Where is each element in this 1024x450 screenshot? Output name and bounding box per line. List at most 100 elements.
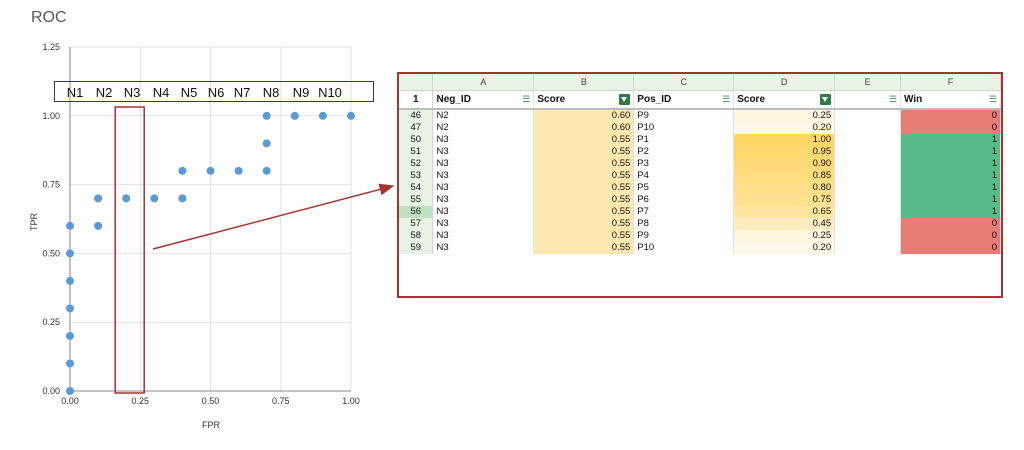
cell-empty[interactable]	[834, 109, 902, 122]
cell-pos-id[interactable]: P1	[633, 134, 735, 146]
cell-neg-score[interactable]: 0.55	[533, 218, 635, 230]
cell-pos-id[interactable]: P9	[633, 109, 735, 122]
cell-neg-id[interactable]: N3	[432, 170, 535, 182]
row-number[interactable]: 59	[399, 242, 434, 254]
cell-neg-id[interactable]: N2	[432, 109, 535, 122]
header-cell-neg-score[interactable]: Score	[533, 90, 635, 110]
column-letter[interactable]: A	[432, 74, 535, 91]
cell-win[interactable]: 0	[900, 230, 1001, 242]
cell-empty[interactable]	[834, 206, 902, 218]
cell-pos-score[interactable]: 0.20	[733, 242, 836, 254]
cell-neg-score[interactable]: 0.55	[533, 230, 635, 242]
cell-pos-score[interactable]: 0.20	[733, 122, 836, 134]
filter-icon[interactable]: ☰	[722, 91, 730, 107]
corner-cell[interactable]	[399, 74, 434, 91]
cell-neg-score[interactable]: 0.60	[533, 109, 635, 122]
cell-neg-score[interactable]: 0.55	[533, 182, 635, 194]
column-letter[interactable]: D	[733, 74, 836, 91]
cell-pos-id[interactable]: P7	[633, 206, 735, 218]
cell-empty[interactable]	[834, 194, 902, 206]
cell-win[interactable]: 0	[900, 122, 1001, 134]
row-number[interactable]: 55	[399, 194, 434, 206]
cell-neg-id[interactable]: N3	[432, 146, 535, 158]
cell-empty[interactable]	[834, 170, 902, 182]
header-cell-pos-id[interactable]: Pos_ID ☰	[633, 90, 735, 110]
cell-empty[interactable]	[834, 242, 902, 254]
filter-icon[interactable]: ☰	[889, 91, 897, 107]
filter-icon[interactable]: ☰	[989, 91, 997, 107]
header-cell-e[interactable]: ☰	[834, 90, 902, 110]
cell-neg-id[interactable]: N3	[432, 206, 535, 218]
cell-pos-score[interactable]: 0.25	[733, 230, 836, 242]
cell-pos-score[interactable]: 0.75	[733, 194, 836, 206]
cell-neg-id[interactable]: N2	[432, 122, 535, 134]
cell-pos-id[interactable]: P10	[633, 122, 735, 134]
cell-empty[interactable]	[834, 218, 902, 230]
cell-win[interactable]: 1	[900, 194, 1001, 206]
column-letter[interactable]: E	[834, 74, 902, 91]
cell-empty[interactable]	[834, 146, 902, 158]
cell-win[interactable]: 0	[900, 218, 1001, 230]
cell-pos-id[interactable]: P5	[633, 182, 735, 194]
header-cell-pos-score[interactable]: Score	[733, 90, 836, 110]
cell-pos-score[interactable]: 0.25	[733, 109, 836, 122]
row-number[interactable]: 57	[399, 218, 434, 230]
cell-win[interactable]: 0	[900, 109, 1001, 122]
cell-pos-score[interactable]: 0.45	[733, 218, 836, 230]
cell-pos-id[interactable]: P10	[633, 242, 735, 254]
header-cell-neg-id[interactable]: Neg_ID ☰	[432, 90, 535, 110]
column-letter[interactable]: B	[533, 74, 635, 91]
cell-win[interactable]: 0	[900, 242, 1001, 254]
cell-empty[interactable]	[834, 134, 902, 146]
cell-neg-score[interactable]: 0.55	[533, 158, 635, 170]
cell-empty[interactable]	[834, 182, 902, 194]
cell-neg-score[interactable]: 0.55	[533, 146, 635, 158]
cell-neg-score[interactable]: 0.55	[533, 170, 635, 182]
cell-pos-score[interactable]: 0.80	[733, 182, 836, 194]
column-letter[interactable]: F	[900, 74, 1001, 91]
row-number[interactable]: 1	[399, 90, 434, 110]
cell-pos-score[interactable]: 1.00	[733, 134, 836, 146]
cell-neg-id[interactable]: N3	[432, 158, 535, 170]
filter-icon[interactable]: ☰	[522, 91, 530, 107]
row-number[interactable]: 52	[399, 158, 434, 170]
row-number[interactable]: 50	[399, 134, 434, 146]
cell-neg-id[interactable]: N3	[432, 242, 535, 254]
row-number[interactable]: 53	[399, 170, 434, 182]
cell-neg-id[interactable]: N3	[432, 194, 535, 206]
cell-empty[interactable]	[834, 158, 902, 170]
cell-neg-score[interactable]: 0.60	[533, 122, 635, 134]
cell-pos-id[interactable]: P6	[633, 194, 735, 206]
row-number[interactable]: 54	[399, 182, 434, 194]
row-number[interactable]: 47	[399, 122, 434, 134]
cell-neg-score[interactable]: 0.55	[533, 134, 635, 146]
cell-win[interactable]: 1	[900, 206, 1001, 218]
cell-neg-id[interactable]: N3	[432, 218, 535, 230]
cell-pos-id[interactable]: P4	[633, 170, 735, 182]
cell-neg-id[interactable]: N3	[432, 230, 535, 242]
filter-active-icon[interactable]	[619, 94, 631, 105]
cell-win[interactable]: 1	[900, 182, 1001, 194]
cell-pos-id[interactable]: P9	[633, 230, 735, 242]
cell-pos-id[interactable]: P2	[633, 146, 735, 158]
row-number[interactable]: 56	[399, 206, 434, 218]
cell-neg-id[interactable]: N3	[432, 134, 535, 146]
cell-win[interactable]: 1	[900, 134, 1001, 146]
cell-neg-score[interactable]: 0.55	[533, 206, 635, 218]
cell-neg-id[interactable]: N3	[432, 182, 535, 194]
cell-neg-score[interactable]: 0.55	[533, 194, 635, 206]
cell-win[interactable]: 1	[900, 146, 1001, 158]
column-letter[interactable]: C	[633, 74, 735, 91]
cell-win[interactable]: 1	[900, 158, 1001, 170]
cell-empty[interactable]	[834, 230, 902, 242]
filter-active-icon[interactable]	[820, 94, 832, 105]
cell-pos-score[interactable]: 0.85	[733, 170, 836, 182]
header-cell-win[interactable]: Win ☰	[900, 90, 1001, 110]
cell-pos-score[interactable]: 0.65	[733, 206, 836, 218]
cell-empty[interactable]	[834, 122, 902, 134]
cell-win[interactable]: 1	[900, 170, 1001, 182]
row-number[interactable]: 46	[399, 109, 434, 122]
cell-pos-score[interactable]: 0.90	[733, 158, 836, 170]
cell-pos-id[interactable]: P8	[633, 218, 735, 230]
cell-pos-score[interactable]: 0.95	[733, 146, 836, 158]
